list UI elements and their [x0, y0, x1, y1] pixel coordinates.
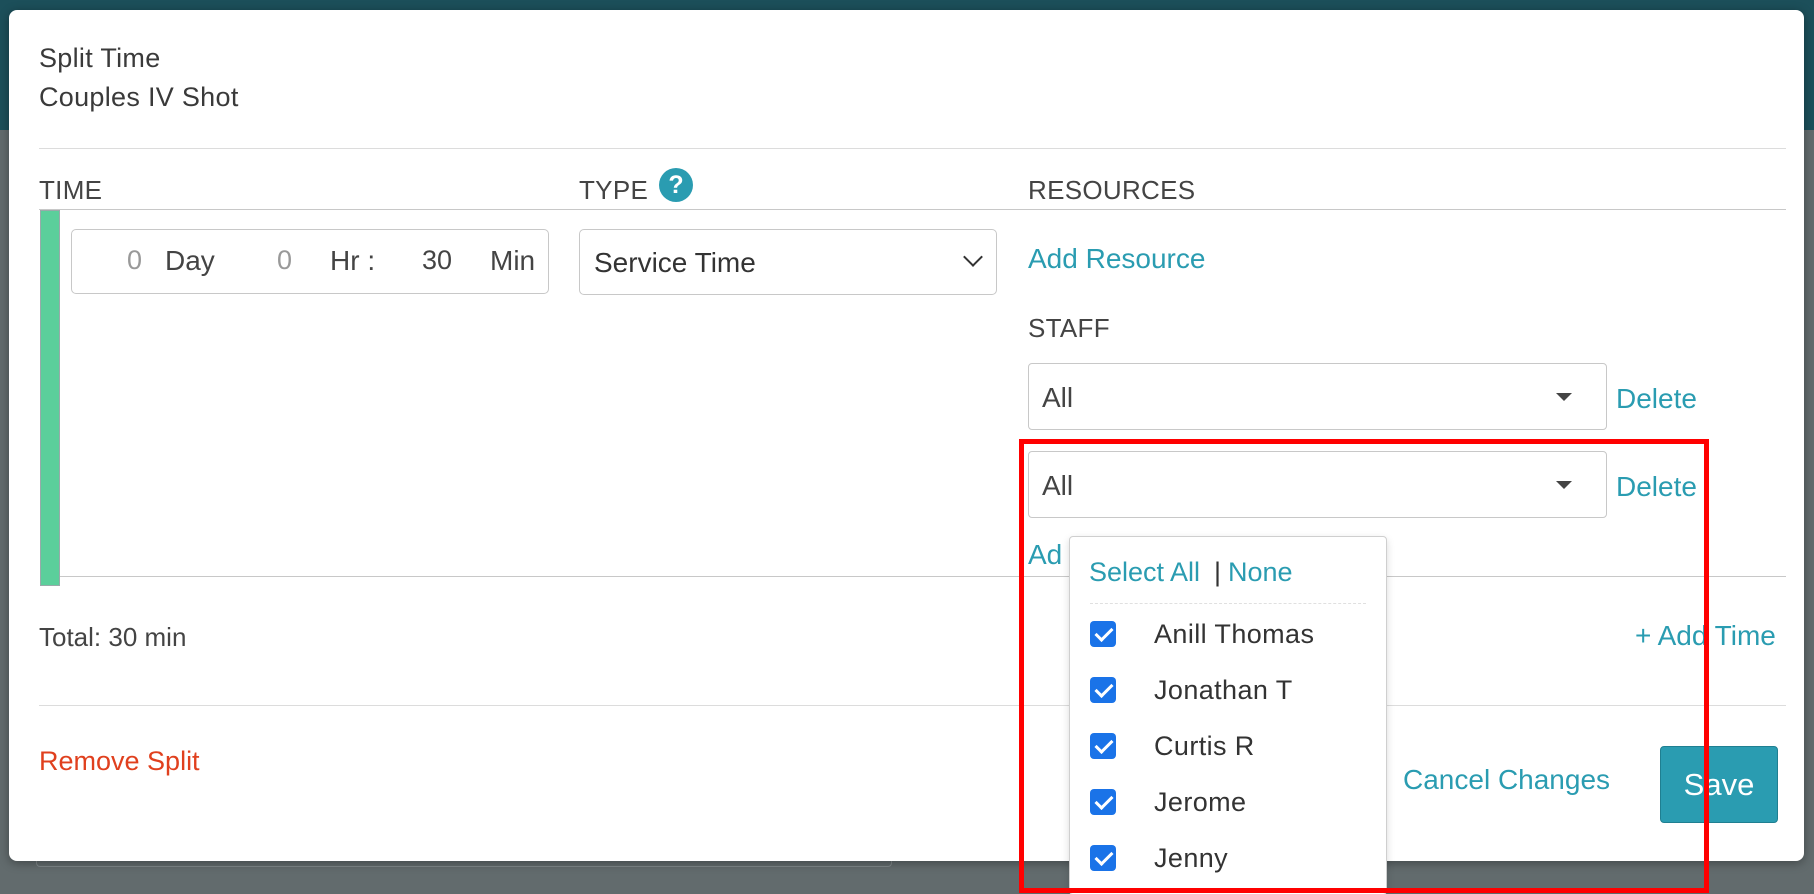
type-select[interactable]: Service Time: [579, 229, 997, 295]
resources-column-header: RESOURCES: [1028, 175, 1196, 205]
staff-option-curtis-r[interactable]: Curtis R: [1090, 727, 1370, 767]
staff-option-label: Anill Thomas: [1154, 619, 1315, 649]
chevron-down-icon: [963, 247, 983, 267]
add-time-link[interactable]: + Add Time: [1635, 620, 1776, 652]
staff-option-label: Curtis R: [1154, 731, 1255, 761]
delete-staff-1-link[interactable]: Delete: [1616, 383, 1697, 415]
staff-option-anill-thomas[interactable]: Anill Thomas: [1090, 615, 1370, 655]
header-divider: [39, 148, 1786, 149]
remove-split-link[interactable]: Remove Split: [39, 746, 200, 777]
select-separator: |: [1214, 557, 1222, 587]
type-column-header: TYPE: [579, 175, 649, 205]
footer-divider: [39, 705, 1786, 706]
add-staff-link[interactable]: Ad: [1028, 539, 1062, 571]
total-duration: Total: 30 min: [39, 622, 187, 652]
split-time-modal: Split Time Couples IV Shot TIME TYPE ? R…: [9, 10, 1804, 894]
select-none-link[interactable]: None: [1228, 557, 1293, 588]
hour-label: Hr :: [330, 245, 376, 276]
cancel-changes-link[interactable]: Cancel Changes: [1403, 764, 1610, 796]
caret-down-icon: [1556, 481, 1572, 489]
staff-option-jerome[interactable]: Jerome: [1090, 783, 1370, 823]
staff-select-1[interactable]: All: [1028, 363, 1607, 430]
select-all-link[interactable]: Select All: [1089, 557, 1200, 588]
save-button[interactable]: Save: [1660, 746, 1778, 823]
split-color-bar: [40, 210, 60, 586]
column-header-divider: [39, 209, 1786, 210]
staff-option-label: Jonathan T: [1154, 675, 1293, 705]
minute-label: Min: [490, 245, 536, 276]
type-select-value: Service Time: [594, 247, 756, 278]
day-input[interactable]: 0: [102, 245, 142, 276]
checkbox-checked-icon[interactable]: [1090, 677, 1116, 703]
modal-subtitle: Couples IV Shot: [39, 82, 239, 112]
staff-dropdown-menu: Select All | None Anill Thomas Jonathan …: [1069, 536, 1387, 894]
time-column-header: TIME: [39, 175, 103, 205]
hour-input[interactable]: 0: [252, 245, 292, 276]
staff-label: STAFF: [1028, 313, 1110, 343]
staff-select-2-value: All: [1042, 470, 1074, 501]
duration-input-group: 0 Day 0 Hr : 30 Min: [71, 229, 549, 294]
question-circle-icon[interactable]: ?: [659, 168, 693, 202]
caret-down-icon: [1556, 393, 1572, 401]
staff-option-jonathan-t[interactable]: Jonathan T: [1090, 671, 1370, 711]
checkbox-checked-icon[interactable]: [1090, 733, 1116, 759]
checkbox-checked-icon[interactable]: [1090, 621, 1116, 647]
row-divider: [60, 576, 1786, 577]
checkbox-checked-icon[interactable]: [1090, 845, 1116, 871]
day-label: Day: [165, 245, 215, 276]
staff-select-2[interactable]: All: [1028, 451, 1607, 518]
staff-option-jenny[interactable]: Jenny: [1090, 839, 1370, 879]
checkbox-checked-icon[interactable]: [1090, 789, 1116, 815]
staff-option-label: Jerome: [1154, 787, 1247, 817]
staff-option-label: Jenny: [1154, 843, 1229, 873]
modal-title: Split Time: [39, 43, 161, 73]
delete-staff-2-link[interactable]: Delete: [1616, 471, 1697, 503]
minute-input[interactable]: 30: [402, 245, 452, 276]
staff-select-1-value: All: [1042, 382, 1074, 413]
dropdown-divider: [1090, 603, 1366, 604]
add-resource-link[interactable]: Add Resource: [1028, 243, 1205, 275]
